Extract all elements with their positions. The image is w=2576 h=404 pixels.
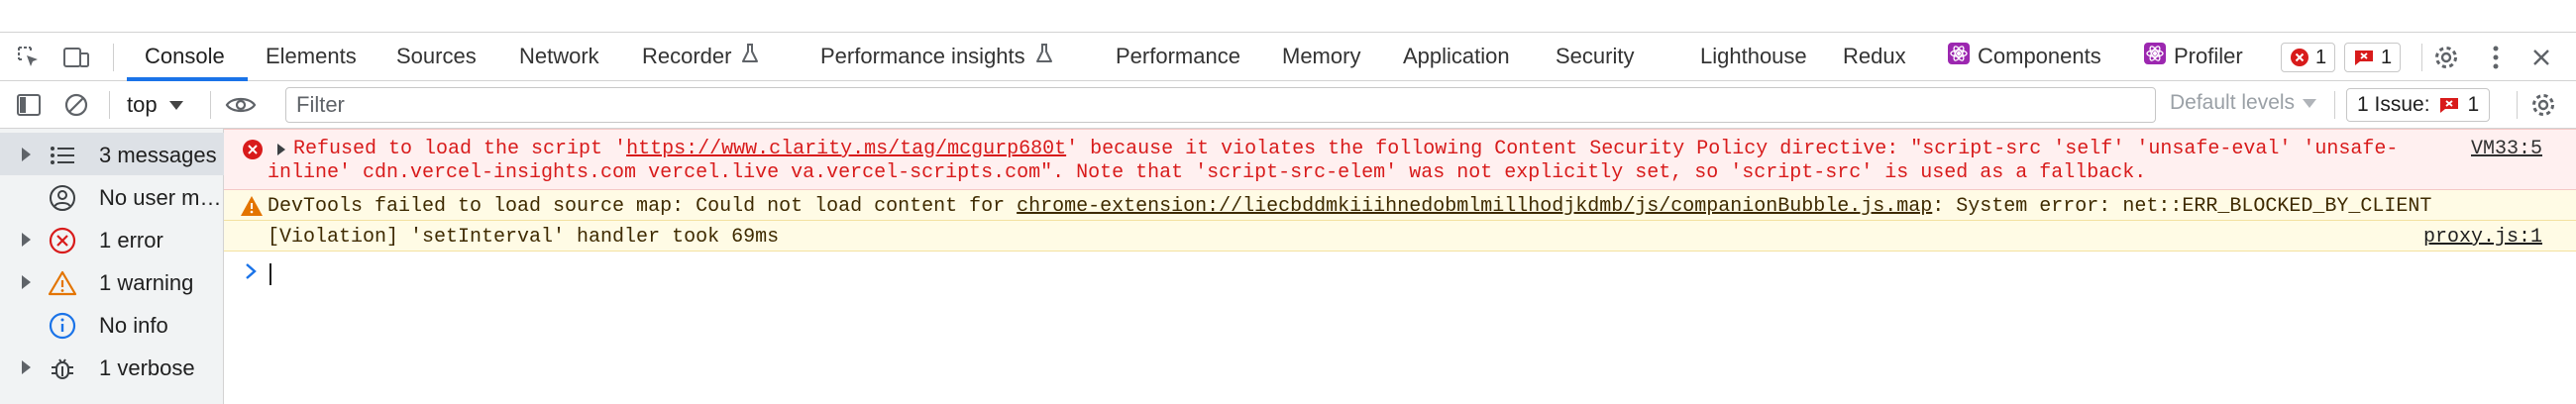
live-expression-eye-icon[interactable] [224, 88, 258, 122]
info-icon [48, 311, 77, 341]
violation-source-link[interactable]: proxy.js:1 [2423, 226, 2542, 249]
sidebar-item-warnings[interactable]: 1 warning [0, 260, 224, 303]
tab-lighthouse[interactable]: Lighthouse [1700, 33, 1807, 80]
tab-performance[interactable]: Performance [1116, 33, 1240, 80]
issue-flag-icon [2353, 49, 2375, 66]
tab-performance-insights[interactable]: Performance insights [820, 33, 1053, 80]
warning-icon [48, 268, 77, 298]
issue-count-badge[interactable]: 1 [2344, 43, 2402, 72]
error-text-line-1: Refused to load the script 'https://www.… [293, 138, 2399, 160]
user-icon [48, 183, 77, 213]
console-messages: Refused to load the script 'https://www.… [224, 129, 2576, 404]
tab-security[interactable]: Security [1556, 33, 1634, 80]
error-icon [48, 226, 77, 255]
sidebar-item-errors[interactable]: 1 error [0, 218, 224, 260]
bug-icon [48, 354, 77, 383]
inspect-element-icon[interactable] [12, 41, 46, 74]
dropdown-arrow-icon [168, 100, 183, 110]
error-text-line-2: inline' cdn.vercel-insights.com vercel.l… [268, 161, 2147, 184]
settings-gear-icon[interactable] [2429, 41, 2463, 74]
blocked-script-link[interactable]: https://www.clarity.ms/tag/mcgurp680t [626, 138, 1066, 160]
console-sidebar: 3 messages No user m… 1 error 1 warning … [0, 129, 224, 404]
sidebar-item-messages[interactable]: 3 messages [0, 133, 224, 175]
console-error-message[interactable]: Refused to load the script 'https://www.… [224, 129, 2576, 190]
console-prompt-icon [244, 261, 258, 288]
console-input-caret[interactable] [269, 263, 271, 285]
error-source-link[interactable]: VM33:5 [2471, 138, 2542, 160]
console-warning-message[interactable]: DevTools failed to load source map: Coul… [224, 190, 2576, 221]
sidebar-item-verbose[interactable]: 1 verbose [0, 346, 224, 388]
react-icon [1948, 43, 1970, 70]
error-icon [242, 139, 264, 160]
issue-flag-icon [2438, 96, 2460, 114]
warning-text: DevTools failed to load source map: Coul… [268, 195, 2432, 218]
tab-recorder[interactable]: Recorder [642, 33, 759, 80]
context-selector[interactable]: top [127, 91, 183, 119]
log-levels-dropdown[interactable]: Default levels [2170, 91, 2317, 115]
tab-console[interactable]: Console [145, 33, 225, 80]
console-settings-gear-icon[interactable] [2526, 88, 2560, 122]
sidebar-item-info[interactable]: No info [0, 303, 224, 346]
error-icon [2290, 48, 2309, 67]
tab-memory[interactable]: Memory [1282, 33, 1360, 80]
close-icon[interactable] [2524, 41, 2558, 74]
tab-redux[interactable]: Redux [1843, 33, 1906, 80]
issues-button[interactable]: 1 Issue: 1 [2346, 88, 2491, 122]
device-toolbar-icon[interactable] [59, 41, 93, 74]
expand-arrow-icon[interactable] [22, 148, 31, 161]
source-map-link[interactable]: chrome-extension://liecbddmkiiihnedobmlm… [1017, 195, 1932, 218]
flask-icon [1035, 43, 1053, 70]
console-filter-bar: top Default levels 1 Issue: 1 [0, 81, 2576, 129]
tab-elements[interactable]: Elements [266, 33, 357, 80]
violation-text: [Violation] 'setInterval' handler took 6… [268, 226, 780, 249]
expand-arrow-icon[interactable] [22, 360, 31, 374]
console-violation-message[interactable]: [Violation] 'setInterval' handler took 6… [224, 221, 2576, 252]
react-icon [2144, 43, 2166, 70]
filter-input[interactable] [285, 87, 2156, 123]
sidebar-item-user-messages[interactable]: No user m… [0, 175, 224, 218]
tab-sources[interactable]: Sources [396, 33, 477, 80]
error-count-badge[interactable]: 1 [2281, 43, 2336, 72]
dropdown-arrow-icon [2303, 98, 2317, 108]
list-icon [48, 141, 77, 170]
sidebar-toggle-icon[interactable] [12, 88, 46, 122]
clear-console-icon[interactable] [59, 88, 93, 122]
devtools-tab-bar: Console Elements Sources Network Recorde… [0, 32, 2576, 81]
expand-arrow-icon[interactable] [277, 144, 285, 155]
tab-profiler[interactable]: Profiler [2144, 33, 2243, 80]
more-options-icon[interactable] [2479, 41, 2513, 74]
warning-icon [240, 195, 264, 217]
tab-application[interactable]: Application [1403, 33, 1510, 80]
tab-components[interactable]: Components [1948, 33, 2101, 80]
expand-arrow-icon[interactable] [22, 275, 31, 289]
expand-arrow-icon[interactable] [22, 233, 31, 247]
tab-network[interactable]: Network [519, 33, 599, 80]
flask-icon [741, 43, 759, 70]
